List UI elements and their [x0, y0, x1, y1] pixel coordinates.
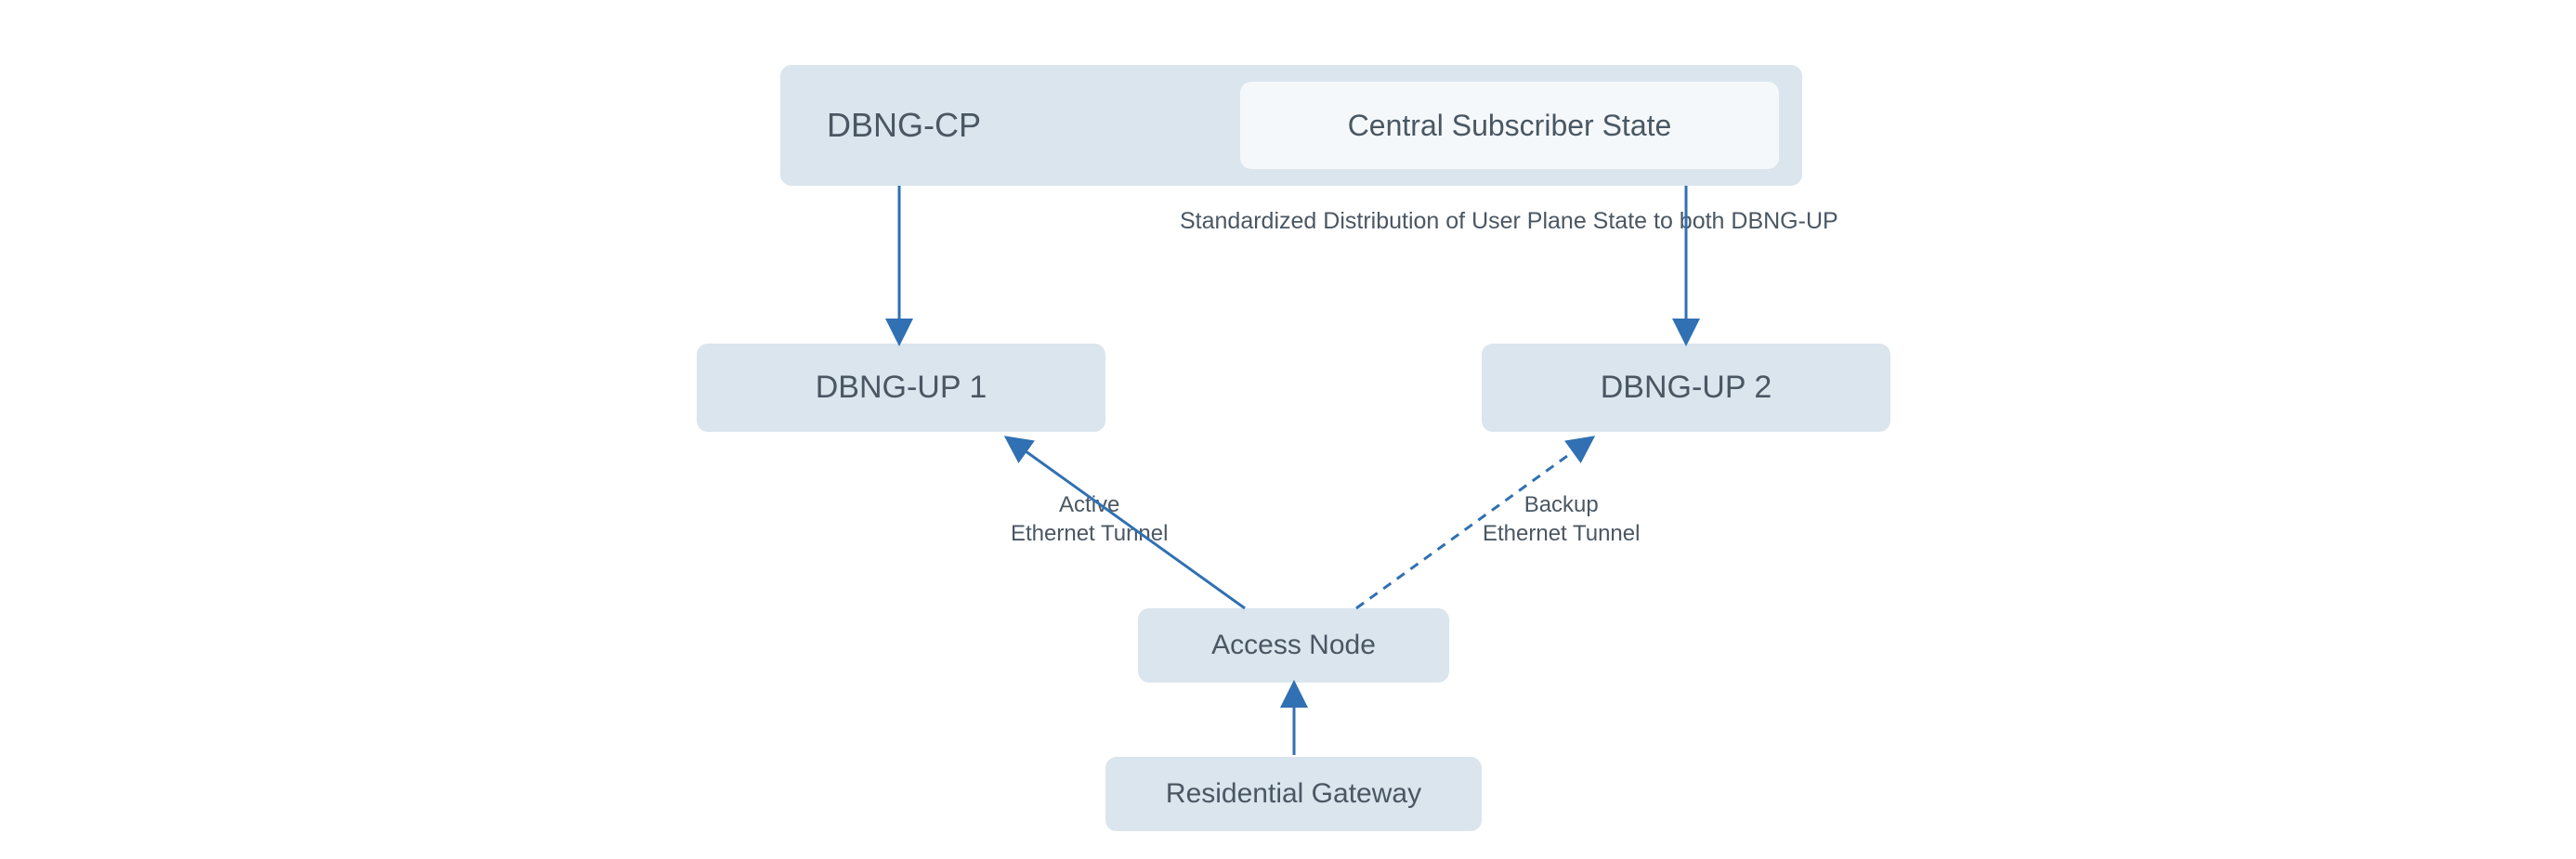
dbng-cp-box: DBNG-CP Central Subscriber State [780, 65, 1802, 186]
residential-gateway-box: Residential Gateway [1105, 757, 1482, 831]
distribution-label: Standardized Distribution of User Plane … [1180, 206, 1838, 237]
access-node-label: Access Node [1211, 630, 1376, 661]
dbng-up2-box: DBNG-UP 2 [1482, 344, 1890, 432]
residential-gateway-label: Residential Gateway [1166, 778, 1421, 810]
dbng-up1-box: DBNG-UP 1 [697, 344, 1105, 432]
arrow-access-to-up1 [999, 427, 1324, 622]
central-subscriber-state-box: Central Subscriber State [1240, 82, 1779, 169]
arrow-access-to-up2 [1328, 427, 1654, 622]
arrow-cp-to-up1 [890, 186, 909, 348]
dbng-cp-label: DBNG-CP [827, 106, 981, 145]
arrow-cp-to-up2 [1677, 186, 1695, 348]
arrow-gateway-to-access [1285, 683, 1303, 761]
dbng-up2-label: DBNG-UP 2 [1601, 370, 1772, 406]
central-subscriber-state-label: Central Subscriber State [1348, 109, 1672, 143]
dbng-up1-label: DBNG-UP 1 [816, 370, 987, 406]
